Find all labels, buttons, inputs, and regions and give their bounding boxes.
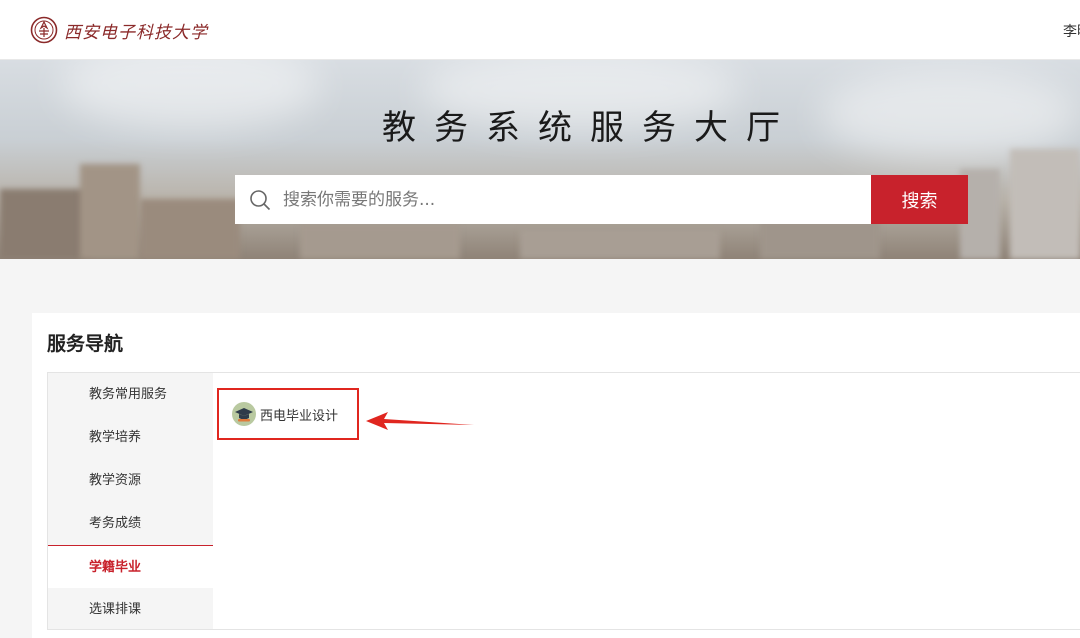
search-box[interactable]: [235, 175, 871, 224]
hero-banner: 教务系统服务大厅 搜索: [0, 60, 1080, 259]
category-sidebar: 教务常用服务 教学培养 教学资源 考务成绩 学籍毕业 选课排课: [48, 373, 213, 629]
app-graduation-design[interactable]: 西电毕业设计: [217, 388, 359, 440]
search-button[interactable]: 搜索: [871, 175, 968, 224]
service-nav-title: 服务导航: [47, 333, 124, 355]
category-item-teaching-resources[interactable]: 教学资源: [48, 459, 213, 502]
category-item-teaching-common[interactable]: 教务常用服务: [48, 373, 213, 416]
university-seal-icon: [30, 16, 58, 44]
user-name[interactable]: 李明: [1063, 21, 1080, 41]
graduation-cap-icon: [232, 402, 256, 426]
search-icon: [250, 189, 271, 210]
university-name: 西安电子科技大学: [64, 22, 208, 43]
category-item-teaching-cultivation[interactable]: 教学培养: [48, 416, 213, 459]
category-item-status-graduation[interactable]: 学籍毕业: [48, 545, 213, 588]
annotation-arrow-icon: [366, 412, 474, 430]
top-bar: 西安电子科技大学 李明: [0, 0, 1080, 60]
service-nav-panel: 服务导航 教务常用服务 教学培养 教学资源 考务成绩 学籍毕业 选课排课 西电毕…: [32, 313, 1080, 638]
service-app-area: 西电毕业设计: [213, 373, 1080, 629]
category-item-exam-grades[interactable]: 考务成绩: [48, 502, 213, 545]
search-bar: 搜索: [235, 175, 968, 224]
app-label: 西电毕业设计: [260, 408, 339, 424]
category-item-course-selection[interactable]: 选课排课: [48, 588, 213, 631]
search-input[interactable]: [283, 189, 843, 210]
banner-title: 教务系统服务大厅: [382, 108, 798, 148]
service-nav-body: 教务常用服务 教学培养 教学资源 考务成绩 学籍毕业 选课排课 西电毕业设计: [47, 372, 1080, 630]
university-logo[interactable]: 西安电子科技大学: [30, 15, 208, 45]
